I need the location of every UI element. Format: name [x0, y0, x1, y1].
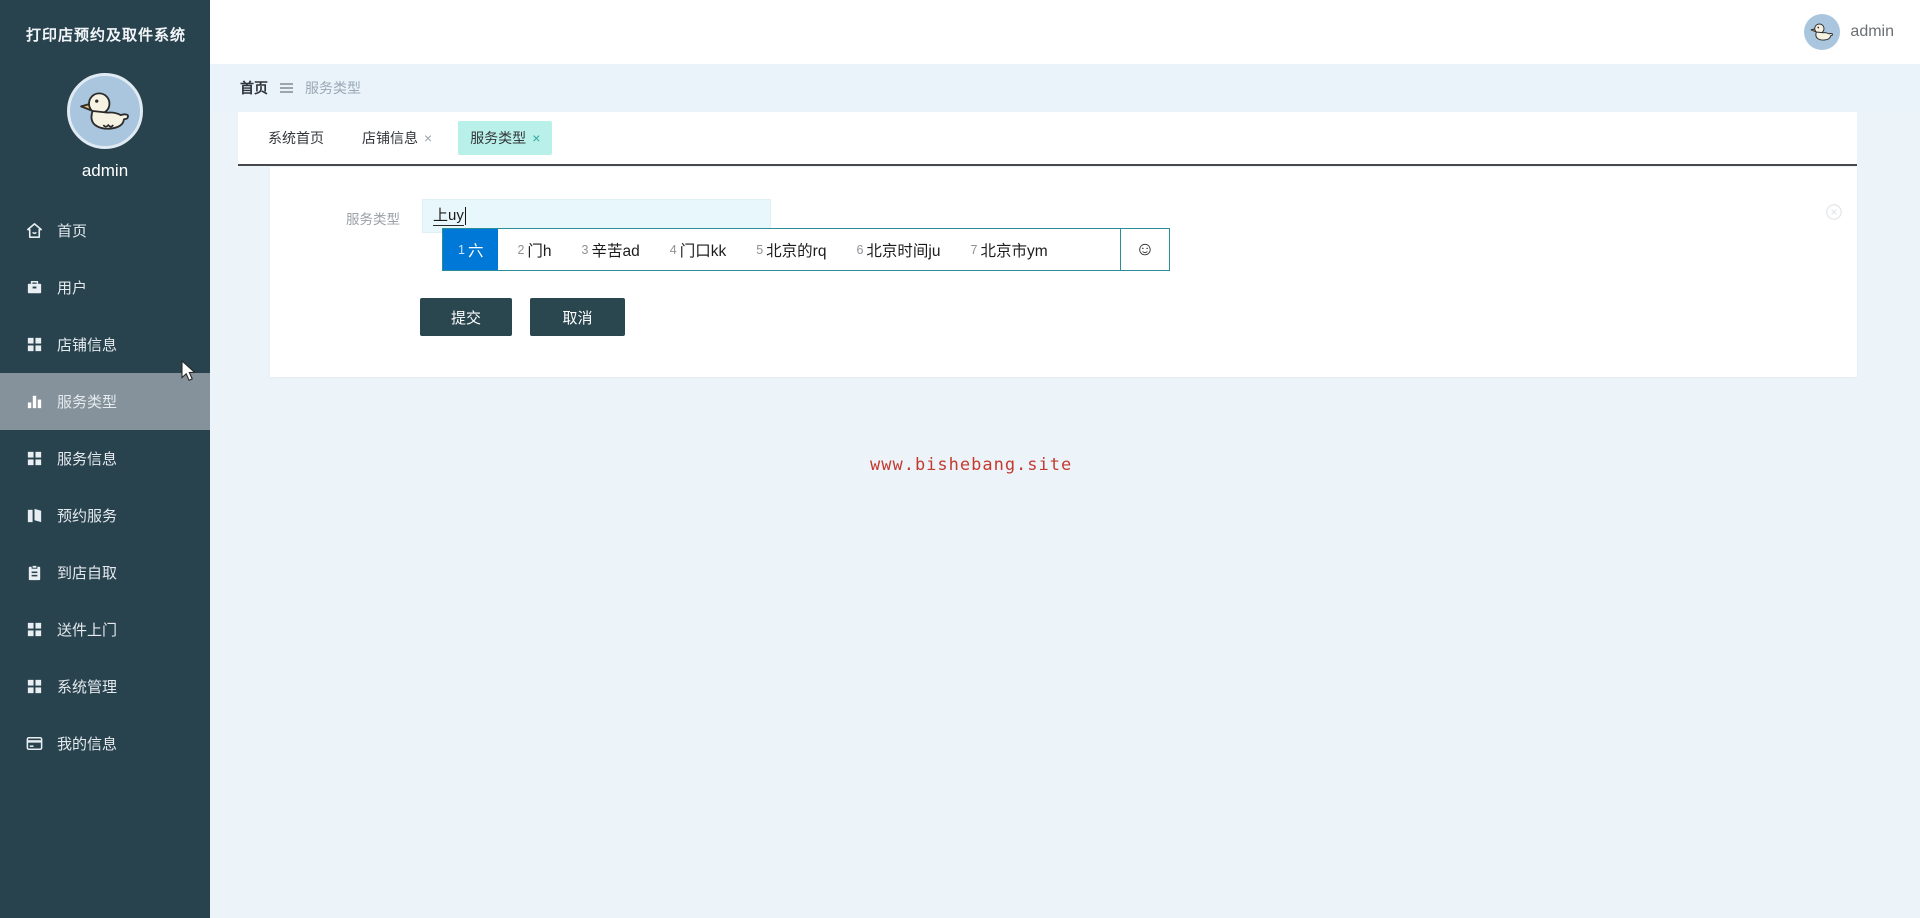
sidebar-item-users[interactable]: 用户 — [0, 259, 210, 316]
grid-icon — [25, 620, 44, 639]
card-icon — [25, 734, 44, 753]
main-area: admin 首页 服务类型 系统首页 店铺信息 × 服务类型 × 服务类型 上u… — [210, 0, 1920, 918]
ime-candidate-index: 4 — [669, 242, 677, 257]
ime-candidate-7[interactable]: 7 北京市ym — [971, 229, 1048, 270]
service-type-label: 服务类型 — [346, 212, 400, 227]
sidebar-item-label: 店铺信息 — [57, 337, 118, 354]
ime-candidate-4[interactable]: 4 门口kk — [670, 229, 726, 270]
clear-input-icon[interactable] — [1825, 203, 1843, 221]
ime-candidate-text: 辛苦ad — [591, 242, 640, 260]
ime-candidate-window: 1 六 2 门h 3 辛苦ad 4 门口kk 5 北京的rq 6 北京时间ju … — [442, 228, 1170, 271]
sidebar-item-system-mgmt[interactable]: 系统管理 — [0, 658, 210, 715]
home-icon — [25, 221, 44, 240]
ime-candidate-text: 北京时间ju — [866, 242, 941, 260]
ime-candidate-index: 3 — [581, 242, 589, 257]
ime-candidate-2[interactable]: 2 门h — [517, 229, 551, 270]
breadcrumb-home[interactable]: 首页 — [240, 78, 268, 98]
ime-candidate-index: 7 — [970, 242, 978, 257]
sidebar-item-label: 到店自取 — [57, 565, 118, 582]
breadcrumb: 首页 服务类型 — [210, 64, 1920, 112]
ime-candidate-text: 北京市ym — [980, 242, 1048, 260]
clipboard-icon — [25, 563, 44, 582]
submit-button[interactable]: 提交 — [420, 298, 512, 336]
sidebar-item-my-info[interactable]: 我的信息 — [0, 715, 210, 772]
duck-avatar-icon — [80, 92, 129, 130]
cancel-button[interactable]: 取消 — [530, 298, 625, 336]
ime-candidate-text: 门h — [527, 242, 552, 260]
grid-icon — [25, 677, 44, 696]
ime-candidate-6[interactable]: 6 北京时间ju — [856, 229, 940, 270]
ime-candidate-text: 六 — [467, 242, 484, 260]
bar-chart-icon — [25, 392, 44, 411]
tab-system-home[interactable]: 系统首页 — [256, 121, 336, 155]
topbar: admin — [210, 0, 1920, 64]
ime-candidate-1[interactable]: 1 六 — [443, 229, 499, 270]
sidebar-item-service-type[interactable]: 服务类型 — [0, 373, 210, 430]
ime-candidate-index: 5 — [756, 242, 764, 257]
tab-label: 系统首页 — [268, 130, 324, 146]
sidebar: 打印店预约及取件系统 admin 首页 用户 店铺信息 服务类型 服务信息 预约… — [0, 0, 210, 918]
ime-candidate-index: 1 — [458, 242, 465, 257]
sidebar-username: admin — [81, 161, 129, 180]
sidebar-item-label: 送件上门 — [57, 622, 118, 639]
service-type-form-card: 服务类型 上uy 1 六 2 门h 3 辛苦ad 4 门口kk 5 北京的rq … — [270, 167, 1857, 377]
ime-candidate-text: 门口kk — [679, 242, 727, 260]
ime-candidate-index: 6 — [856, 242, 864, 257]
ime-emoji-button[interactable]: ☺ — [1120, 229, 1169, 270]
ime-candidate-index: 2 — [517, 242, 525, 257]
sidebar-item-label: 服务信息 — [57, 451, 118, 468]
sidebar-item-reservation[interactable]: 预约服务 — [0, 487, 210, 544]
duck-avatar-icon — [1811, 23, 1834, 41]
user-avatar[interactable] — [67, 73, 143, 149]
briefcase-icon — [25, 278, 44, 297]
sidebar-item-label: 用户 — [57, 280, 88, 297]
sidebar-item-label: 服务类型 — [57, 394, 118, 411]
breadcrumb-current: 服务类型 — [305, 80, 361, 96]
watermark-text: www.bishebang.site — [870, 455, 1073, 475]
tab-label: 服务类型 — [470, 130, 527, 146]
tab-bar: 系统首页 店铺信息 × 服务类型 × — [238, 112, 1857, 166]
sidebar-item-label: 我的信息 — [57, 736, 118, 753]
tab-shop-info[interactable]: 店铺信息 × — [350, 121, 444, 155]
breadcrumb-separator-icon — [280, 83, 293, 93]
sidebar-item-label: 预约服务 — [57, 508, 118, 525]
sidebar-item-label: 首页 — [57, 223, 88, 240]
close-icon[interactable]: × — [424, 131, 432, 145]
topbar-username: admin — [1850, 23, 1894, 40]
smiley-icon: ☺ — [1135, 238, 1155, 260]
sidebar-item-shop-info[interactable]: 店铺信息 — [0, 316, 210, 373]
ime-candidate-5[interactable]: 5 北京的rq — [756, 229, 826, 270]
ime-composition-text: 上uy — [433, 206, 464, 226]
topbar-user-menu[interactable]: admin — [1804, 14, 1894, 50]
grid-icon — [25, 335, 44, 354]
sidebar-item-service-info[interactable]: 服务信息 — [0, 430, 210, 487]
sidebar-item-delivery[interactable]: 送件上门 — [0, 601, 210, 658]
close-icon[interactable]: × — [532, 131, 540, 145]
ime-candidate-3[interactable]: 3 辛苦ad — [582, 229, 640, 270]
app-root: 打印店预约及取件系统 admin 首页 用户 店铺信息 服务类型 服务信息 预约… — [0, 0, 1920, 918]
sidebar-item-label: 系统管理 — [57, 679, 118, 696]
text-caret — [464, 207, 466, 225]
sidebar-menu: 首页 用户 店铺信息 服务类型 服务信息 预约服务 到店自取 送件上门 系统管理… — [0, 202, 210, 772]
sidebar-item-home[interactable]: 首页 — [0, 202, 210, 259]
ime-candidate-text: 北京的rq — [766, 242, 827, 260]
book-icon — [25, 506, 44, 525]
tab-label: 店铺信息 — [362, 130, 418, 146]
sidebar-item-store-pickup[interactable]: 到店自取 — [0, 544, 210, 601]
app-title: 打印店预约及取件系统 — [26, 27, 187, 44]
tab-service-type[interactable]: 服务类型 × — [458, 121, 553, 155]
grid-icon — [25, 449, 44, 468]
ime-gap — [498, 229, 517, 270]
topbar-avatar — [1804, 14, 1841, 50]
